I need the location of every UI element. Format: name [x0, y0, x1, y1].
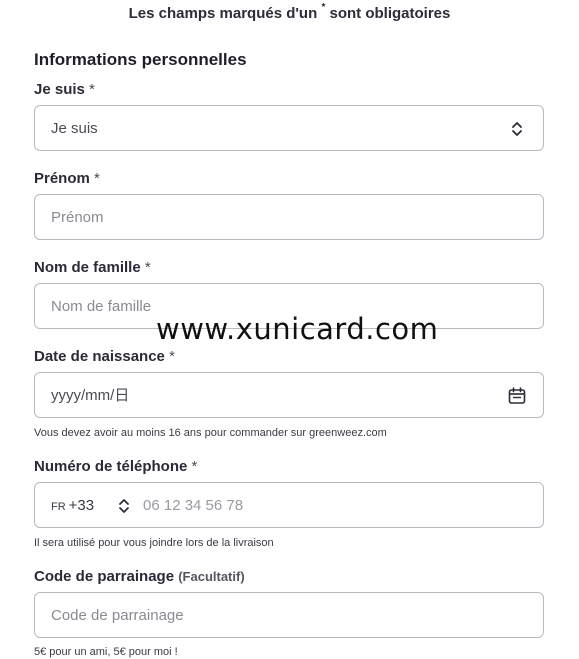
referral-label-text: Code de parrainage: [34, 568, 175, 585]
required-star: *: [144, 259, 151, 276]
required-star: *: [191, 458, 198, 475]
country-code: FR: [51, 501, 66, 513]
calendar-icon[interactable]: [507, 386, 527, 406]
birthdate-input[interactable]: yyyy/mm/日: [34, 372, 544, 418]
gender-select[interactable]: Je suis: [34, 105, 544, 151]
notice-star: *: [321, 2, 326, 13]
section-title: Informations personnelles: [34, 50, 247, 69]
notice-text: Les champs marqués d'un: [128, 5, 318, 22]
referral-input[interactable]: Code de parrainage: [34, 592, 544, 638]
select-updown-icon: [512, 122, 522, 136]
required-star: *: [89, 81, 95, 98]
required-fields-notice: Les champs marqués d'un * sont obligatoi…: [0, 0, 579, 24]
required-star: *: [169, 348, 175, 365]
firstname-placeholder: Prénom: [51, 209, 104, 226]
gender-label: Je suis *: [34, 81, 95, 98]
firstname-label: Prénom *: [34, 170, 100, 187]
phone-field: FR +33 06 12 34 56 78: [34, 482, 544, 528]
select-updown-icon[interactable]: [117, 496, 131, 516]
lastname-placeholder: Nom de famille: [51, 298, 152, 315]
referral-hint: 5€ pour un ami, 5€ pour moi !: [34, 646, 178, 658]
lastname-label: Nom de famille *: [34, 259, 151, 276]
birthdate-placeholder: yyyy/mm/日: [51, 387, 130, 404]
dial-code: +33: [68, 497, 95, 514]
birthdate-label-text: Date de naissance: [34, 348, 165, 365]
birthdate-hint: Vous devez avoir au moins 16 ans pour co…: [34, 427, 387, 439]
lastname-label-text: Nom de famille: [34, 259, 141, 276]
referral-placeholder: Code de parrainage: [51, 607, 184, 624]
phone-label-text: Numéro de téléphone: [34, 458, 188, 475]
firstname-input[interactable]: Prénom: [34, 194, 544, 240]
phone-hint: Il sera utilisé pour vous joindre lors d…: [34, 537, 274, 549]
country-code-select[interactable]: FR +33: [51, 483, 94, 530]
notice-text-end: sont obligatoires: [329, 5, 451, 22]
gender-select-value: Je suis: [51, 120, 98, 137]
phone-input[interactable]: 06 12 34 56 78: [143, 483, 243, 529]
phone-label: Numéro de téléphone *: [34, 458, 197, 475]
optional-tag: (Facultatif): [178, 569, 245, 584]
firstname-label-text: Prénom: [34, 170, 90, 187]
birthdate-label: Date de naissance *: [34, 348, 175, 365]
referral-label: Code de parrainage (Facultatif): [34, 568, 245, 585]
gender-label-text: Je suis: [34, 81, 85, 98]
required-star: *: [94, 170, 100, 187]
watermark: www.xunicard.com: [156, 312, 439, 346]
